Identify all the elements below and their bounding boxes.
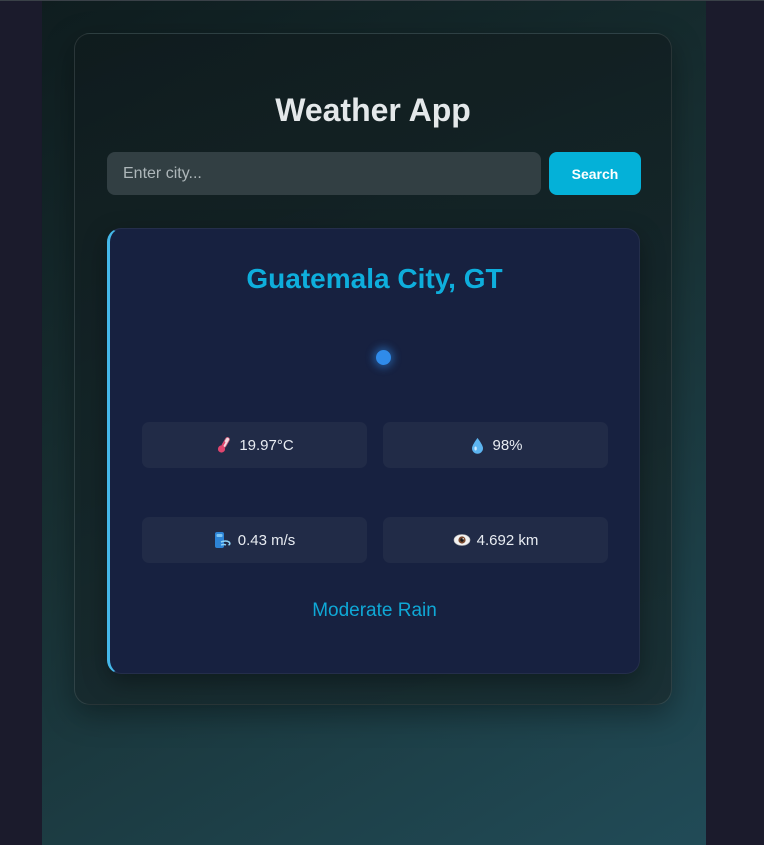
weather-condition: Moderate Rain (312, 600, 437, 621)
app-title: Weather App (275, 92, 471, 128)
visibility-value: 4.692 km (476, 531, 539, 549)
eye-icon (453, 530, 471, 550)
temperature-stat: 19.97°C (142, 422, 367, 468)
wind-stat: 0.43 m/s (142, 517, 367, 563)
temperature-value: 19.97°C (239, 436, 294, 454)
weather-result-card: Guatemala City, GT 19.97°C 98% 0.43 m/s … (107, 228, 640, 674)
thermometer-icon (215, 435, 233, 455)
city-search-input[interactable] (107, 152, 541, 195)
weather-app-container: Weather App Search Guatemala City, GT 19… (74, 33, 672, 705)
city-name: Guatemala City, GT (246, 263, 503, 294)
weather-status-indicator (376, 350, 391, 365)
humidity-value: 98% (492, 436, 523, 454)
humidity-stat: 98% (383, 422, 608, 468)
wind-icon (214, 530, 232, 550)
search-button[interactable]: Search (549, 152, 641, 195)
wind-value: 0.43 m/s (237, 531, 296, 549)
app-background: Weather App Search Guatemala City, GT 19… (42, 1, 706, 845)
droplet-icon (468, 435, 486, 455)
visibility-stat: 4.692 km (383, 517, 608, 563)
